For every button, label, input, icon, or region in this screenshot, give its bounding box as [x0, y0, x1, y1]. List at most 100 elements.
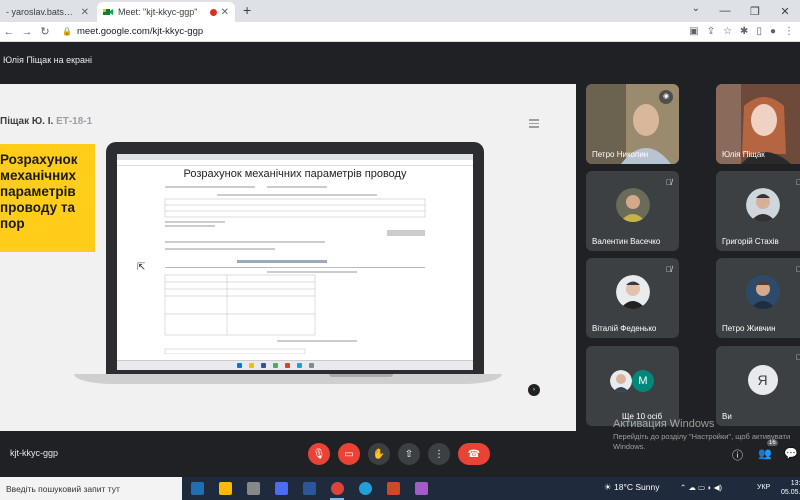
laptop-base [74, 374, 502, 384]
minimize-icon[interactable]: — [710, 5, 740, 17]
inner-app-icon [261, 363, 266, 368]
camera-in-use-icon[interactable]: ▣ [689, 26, 698, 37]
slide-presenter-group: ЕТ-18-1 [56, 116, 93, 127]
window-controls: — ❐ ✕ [710, 0, 800, 22]
meet-favicon-icon [103, 9, 113, 15]
chrome-icon[interactable] [331, 482, 344, 495]
participant-tile[interactable]: 🎙̸ Григорій Стахів [716, 171, 800, 251]
plus-icon[interactable]: + [243, 2, 251, 18]
slide-title-line: Розрахунок [0, 152, 78, 167]
store-icon[interactable] [275, 482, 288, 495]
app-icon[interactable] [247, 482, 260, 495]
presentation-stage[interactable]: Піщак Ю. І. ЕТ-18-1 Розрахунок механічни… [0, 84, 576, 431]
avatar [615, 275, 650, 310]
participant-name: Валентин Васечко [592, 237, 661, 246]
url-field[interactable]: meet.google.com/kjt-kkyc-ggp [77, 26, 203, 37]
mic-off-icon: 🎙 [312, 448, 326, 460]
camera-toggle-button[interactable]: ▭ [338, 443, 360, 465]
raise-hand-button[interactable]: ✋ [368, 443, 390, 465]
slide-title-line: механічних [0, 168, 77, 183]
task-view-icon[interactable] [191, 482, 204, 495]
clock[interactable]: 13:3 05.05.2 [781, 479, 800, 497]
share-icon[interactable]: ⇪ [707, 26, 715, 37]
shared-doc-content [164, 186, 426, 354]
more-avatars: M [610, 368, 658, 394]
participant-tile[interactable]: ◉ Петро Никопин [586, 84, 679, 164]
telegram-icon[interactable] [359, 482, 372, 495]
people-icon[interactable]: 👥 [758, 447, 772, 460]
reload-icon[interactable]: ↻ [36, 25, 54, 38]
language-indicator[interactable]: УКР [757, 484, 770, 491]
laptop-notch [329, 374, 393, 377]
chat-icon[interactable]: 💬 [784, 447, 798, 460]
profile-icon[interactable]: ● [770, 26, 776, 37]
mic-off-icon: 🎙̸ [796, 353, 800, 362]
tab-title: - yaroslav.batsala@nung.e [6, 7, 77, 17]
slide-presenter-name: Піщак Ю. І. [0, 116, 54, 127]
taskbar-search-placeholder: Введіть пошуковий запит тут [6, 483, 120, 494]
windows-taskbar: Введіть пошуковий запит тут ☀ 18°C Sunny… [0, 477, 800, 500]
browser-tab-mail[interactable]: - yaroslav.batsala@nung.e ✕ [0, 2, 95, 22]
browser-tab-meet[interactable]: Meet: "kjt-kkyc-ggp" ✕ [97, 2, 235, 22]
maximize-icon[interactable]: ❐ [740, 5, 770, 18]
present-screen-icon: ⇧ [404, 448, 414, 460]
system-tray-icons[interactable]: ⌃ ☁ ▭ ◗ ◀) [680, 483, 722, 492]
menu-kebab-icon[interactable]: ⋮ [784, 26, 794, 37]
app-icon[interactable] [415, 482, 428, 495]
hand-icon: ✋ [372, 448, 386, 460]
file-explorer-icon[interactable] [219, 482, 232, 495]
info-icon[interactable]: ⓘ [732, 447, 743, 463]
browser-toolbar-right: ▣ ⇪ ☆ ✱ ▯ ● ⋮ [689, 26, 794, 37]
tab-title: Meet: "kjt-kkyc-ggp" [118, 7, 198, 17]
inner-app-icon [249, 363, 254, 368]
leave-call-button[interactable]: ☎ [458, 443, 490, 465]
participants-count-badge: 16 [767, 440, 778, 446]
back-icon[interactable]: ← [0, 26, 18, 38]
slide-title-line: пор [0, 216, 25, 231]
presenting-banner: Юлія Піщак на екрані [3, 55, 93, 65]
weather-text: 18°C Sunny [613, 482, 660, 492]
close-tab-icon[interactable]: ✕ [221, 7, 229, 18]
slide-title-box: Розрахунок механічних параметрів проводу… [0, 144, 95, 252]
mic-off-icon: 🎙̸ [666, 265, 672, 274]
recording-dot-icon [209, 8, 217, 16]
camera-off-icon: ▭ [344, 448, 354, 460]
close-tab-icon[interactable]: ✕ [81, 7, 89, 18]
bookmark-star-icon[interactable]: ☆ [723, 26, 732, 37]
taskbar-search-box[interactable]: Введіть пошуковий запит тут [0, 477, 182, 500]
slide-nav-icon[interactable]: › [528, 384, 540, 396]
participant-name: Григорій Стахів [722, 237, 779, 246]
participant-name: Петро Никопин [592, 150, 649, 159]
lock-icon[interactable]: 🔒 [62, 27, 72, 36]
more-options-button[interactable]: ⋮ [428, 443, 450, 465]
more-participants-tile[interactable]: M Ще 10 осіб [586, 346, 679, 426]
meeting-code: kjt-kkyc-ggp [10, 448, 59, 458]
word-icon[interactable] [303, 482, 316, 495]
forward-icon[interactable]: → [18, 26, 36, 38]
avatar [615, 188, 650, 223]
present-button[interactable]: ⇧ [398, 443, 420, 465]
participant-tile[interactable]: 🎙̸ Віталій Феденько [586, 258, 679, 338]
self-tile[interactable]: 🎙̸ Я Ви [716, 346, 800, 426]
inner-app-icon [297, 363, 302, 368]
extensions-icon[interactable]: ✱ [740, 26, 748, 37]
mic-off-icon: 🎙̸ [666, 178, 672, 187]
close-window-icon[interactable]: ✕ [770, 5, 800, 18]
laptop-screen: Розрахунок механічних параметрів проводу [117, 154, 473, 370]
avatar [745, 275, 780, 310]
shared-doc-title: Розрахунок механічних параметрів проводу [183, 168, 407, 180]
avatar-initial: Я [747, 364, 778, 395]
participant-tile[interactable]: 🎙̸ Валентин Васечко [586, 171, 679, 251]
sidebar-icon[interactable]: ▯ [756, 26, 762, 37]
tab-search-icon[interactable]: ⌄ [692, 3, 700, 14]
weather-widget[interactable]: ☀ 18°C Sunny [604, 482, 659, 493]
powerpoint-icon[interactable] [387, 482, 400, 495]
browser-tab-strip: - yaroslav.batsala@nung.e ✕ Meet: "kjt-k… [0, 0, 800, 22]
participant-tile[interactable]: Юлія Піщак [716, 84, 800, 164]
avatar [745, 188, 780, 223]
mic-toggle-button[interactable]: 🎙 [308, 443, 330, 465]
participant-tile[interactable]: 🎙̸ Петро Живчин [716, 258, 800, 338]
avatar [610, 370, 632, 392]
mic-active-icon: ◉ [659, 90, 673, 104]
hang-up-icon: ☎ [467, 448, 481, 460]
